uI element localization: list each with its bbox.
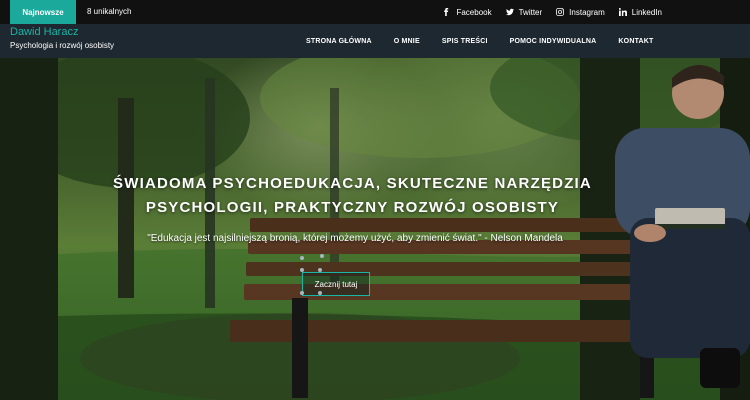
main-navbar: Dawid Haracz Psychologia i rozwój osobis… <box>0 24 750 58</box>
twitter-link[interactable]: Twitter <box>505 7 543 17</box>
unique-count: 8 unikalnych <box>87 7 132 16</box>
hero-dark-overlay <box>0 58 750 400</box>
linkedin-link[interactable]: LinkedIn <box>618 7 662 17</box>
linkedin-icon <box>618 8 627 16</box>
instagram-label: Instagram <box>569 7 605 17</box>
resize-handle-top-left[interactable] <box>300 268 304 272</box>
resize-handle-top-center[interactable] <box>320 254 324 258</box>
site-title[interactable]: Dawid Haracz <box>10 26 114 39</box>
site-brand[interactable]: Dawid Haracz Psychologia i rozwój osobis… <box>10 26 114 52</box>
site-tagline: Psychologia i rozwój osobisty <box>10 41 115 50</box>
resize-handle-bottom-right[interactable] <box>318 291 322 295</box>
linkedin-label: LinkedIn <box>631 7 662 17</box>
resize-handle-bottom-left[interactable] <box>300 291 304 295</box>
facebook-link[interactable]: Facebook <box>443 7 492 17</box>
hero-quote: "Edukacja jest najsilniejszą bronią, któ… <box>147 233 563 244</box>
facebook-icon <box>444 8 449 16</box>
hero-headline: ŚWIADOMA PSYCHOEDUKACJA, SKUTECZNE NARZĘ… <box>60 172 645 220</box>
nav-item-about[interactable]: O MNIE <box>394 38 420 45</box>
instagram-icon <box>556 8 565 16</box>
instagram-link[interactable]: Instagram <box>556 8 605 17</box>
hero-headline-line-1: ŚWIADOMA PSYCHOEDUKACJA, SKUTECZNE NARZĘ… <box>113 175 592 192</box>
hero-section: ŚWIADOMA PSYCHOEDUKACJA, SKUTECZNE NARZĘ… <box>0 58 750 400</box>
nav-item-home[interactable]: STRONA GŁÓWNA <box>306 38 372 45</box>
nav-item-individual-help[interactable]: POMOC INDYWIDUALNA <box>510 38 597 45</box>
social-links: Facebook Twitter Instagram LinkedIn <box>443 0 662 24</box>
resize-handle-top-right[interactable] <box>318 268 322 272</box>
resize-handle-left-center[interactable] <box>300 256 304 260</box>
start-here-button[interactable]: Zacznij tutaj <box>302 272 370 296</box>
twitter-label: Twitter <box>518 7 543 17</box>
nav-item-contact[interactable]: KONTAKT <box>618 38 653 45</box>
newest-badge[interactable]: Najnowsze <box>10 0 76 24</box>
hero-headline-line-2: PSYCHOLOGII, PRAKTYCZNY ROZWÓJ OSOBISTY <box>145 199 560 216</box>
main-menu: STRONA GŁÓWNA O MNIE SPIS TREŚCI POMOC I… <box>306 24 676 58</box>
facebook-label: Facebook <box>456 7 492 17</box>
nav-item-contents[interactable]: SPIS TREŚCI <box>442 38 488 45</box>
top-bar: Najnowsze 8 unikalnych Facebook Twitter … <box>0 0 750 24</box>
twitter-icon <box>505 8 514 16</box>
